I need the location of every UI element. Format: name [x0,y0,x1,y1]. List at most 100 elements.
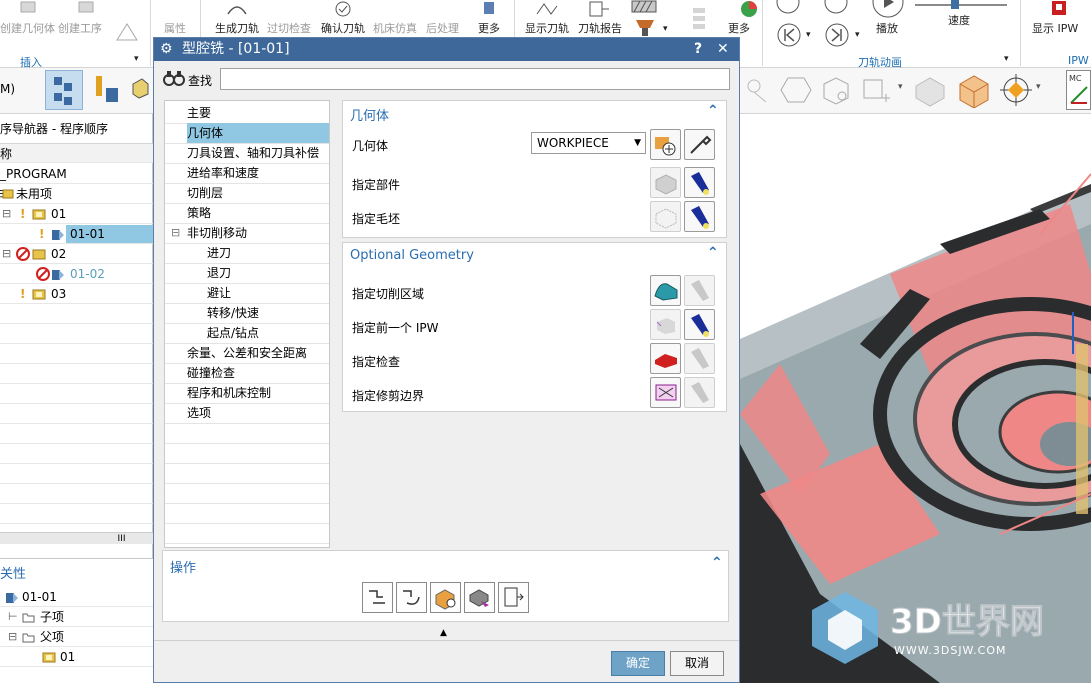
create-geometry-button[interactable]: 创建几何体 [0,20,55,36]
expand-arrow-icon[interactable]: ▲ [440,628,447,638]
play-button[interactable]: 播放 [876,20,898,36]
target-icon[interactable] [998,72,1034,108]
close-button[interactable]: ✕ [717,38,729,61]
dep-row-operation[interactable]: 01-01 [0,587,153,607]
insert-group-dropdown-icon[interactable]: ▾ [134,54,139,64]
find-input[interactable] [220,68,730,90]
display-blank-button[interactable] [684,201,715,232]
display-part-button[interactable] [684,167,715,198]
collapse-chevron-icon[interactable]: ⌃ [707,245,719,261]
rewind-icon[interactable] [776,22,802,48]
step-fwd-icon[interactable] [824,0,848,14]
attribute-button[interactable]: 属性 [164,20,186,36]
dep-row-children[interactable]: ⊢ 子项 [0,607,153,627]
report-button[interactable] [498,582,529,613]
dialog-tree-item[interactable]: 转移/快速 [165,303,329,323]
collapse-icon[interactable]: ⊟ [8,627,17,647]
program-root-row[interactable]: _PROGRAM [0,164,153,184]
list-button[interactable] [464,582,495,613]
nav-row-01[interactable]: ⊟ ! 01 [0,204,153,224]
replay-button[interactable] [396,582,427,613]
anim-group-dropdown-icon[interactable]: ▾ [1004,54,1009,64]
hatch-icon[interactable] [630,0,658,14]
geometry-select[interactable]: WORKPIECE ▼ [531,132,646,154]
ff-dropdown-icon[interactable]: ▾ [855,30,860,40]
display-prev-ipw-button[interactable] [684,309,715,340]
machine-tool-view-icon[interactable] [92,74,122,106]
show-toolpath-button[interactable]: 显示刀轨 [525,20,569,36]
program-view-button[interactable] [45,70,83,110]
dep-row-parents[interactable]: ⊟ 父项 [0,627,153,647]
rewind-dropdown-icon[interactable]: ▾ [806,30,811,40]
speed-slider-thumb[interactable] [951,0,959,9]
dialog-tree-item[interactable]: 进刀 [165,243,329,263]
ok-button[interactable]: 确定 [611,651,665,676]
mode-selector[interactable]: M) [0,82,15,96]
nav-row-02[interactable]: ⊟ 02 [0,244,153,264]
nav-row-03[interactable]: ! 03 [0,284,153,304]
target-dropdown-icon[interactable]: ▾ [1036,82,1041,92]
dialog-tree-item[interactable]: 切削层 [165,183,329,203]
dialog-tree-item[interactable]: 选项 [165,403,329,423]
display-cut-area-button[interactable] [684,275,715,306]
confirm-toolpath-button[interactable]: 确认刀轨 [321,20,365,36]
tool-icon[interactable] [632,18,658,38]
toolpath-path-icon[interactable] [742,72,776,108]
dialog-tree-item[interactable]: 几何体 [165,123,329,143]
dialog-tree-item[interactable]: 余量、公差和安全距离 [165,343,329,363]
fast-forward-icon[interactable] [824,22,850,48]
cancel-button[interactable]: 取消 [670,651,724,676]
edit-geometry-button[interactable] [684,129,715,160]
collapse-icon[interactable]: ⊟ [171,223,180,243]
select-cut-area-button[interactable] [650,275,681,306]
collapse-icon[interactable]: ⊟ [2,244,11,264]
new-geometry-button[interactable] [650,129,681,160]
nav-row-01-01[interactable]: ! 01-01 [0,224,153,244]
verify-overcut-button[interactable]: 过切检查 [267,20,311,36]
dialog-tree-item[interactable]: 退刀 [165,263,329,283]
select-trim-boundary-button[interactable] [650,377,681,408]
geometry-view-icon[interactable] [130,76,150,102]
insert-more-icon[interactable] [114,20,140,44]
dialog-tree-item[interactable]: 起点/钻点 [165,323,329,343]
dialog-tree-item[interactable]: 非切削移动 ⊟ [165,223,329,243]
dialog-title-bar[interactable]: ⚙ 型腔铣 - [01-01] ? ✕ [154,38,739,61]
nav-row-01-02[interactable]: 01-02 [0,264,153,284]
toolpath-report-button[interactable]: 刀轨报告 [578,20,622,36]
select-check-button[interactable] [650,343,681,374]
block-icon[interactable] [912,72,948,108]
dialog-tree-item[interactable]: 进给率和速度 [165,163,329,183]
display-trim-boundary-button[interactable] [684,377,715,408]
cube-hole-icon[interactable] [818,72,852,108]
dialog-tree-item[interactable]: 碰撞检查 [165,363,329,383]
display-check-button[interactable] [684,343,715,374]
tool-dropdown-icon[interactable]: ▾ [663,24,668,34]
blank-box-icon[interactable] [956,72,992,108]
dialog-tree-item[interactable]: 刀具设置、轴和刀具补偿 [165,143,329,163]
name-column-header[interactable]: 称 [0,143,153,163]
generate-toolpath-button[interactable]: 生成刀轨 [215,20,259,36]
machine-sim-button[interactable]: 机床仿真 [373,20,417,36]
help-button[interactable]: ? [694,38,702,61]
select-blank-button[interactable] [650,201,681,232]
more-button[interactable]: 更多 [478,20,500,36]
dialog-tree-item[interactable]: 策略 [165,203,329,223]
horizontal-scrollbar[interactable]: III [0,532,153,544]
more-button-2[interactable]: 更多 [728,20,750,36]
dialog-tree-item[interactable]: 避让 [165,283,329,303]
verify-button[interactable] [430,582,461,613]
speed-slider-track[interactable] [915,4,1007,6]
boundary-icon[interactable] [860,72,894,108]
collapse-chevron-icon[interactable]: ⌃ [711,555,723,571]
show-ipw-button[interactable]: 显示 IPW [1032,20,1078,36]
collapse-chevron-icon[interactable]: ⌃ [707,103,719,119]
postprocess-button[interactable]: 后处理 [426,20,459,36]
select-prev-ipw-button[interactable] [650,309,681,340]
generate-button[interactable] [362,582,393,613]
create-method-button[interactable]: 创建工序 [58,20,102,36]
mcs-button[interactable]: MC [1066,70,1091,110]
select-part-button[interactable] [650,167,681,198]
step-back-icon[interactable] [776,0,800,14]
hexagon-icon[interactable] [778,72,814,108]
nav-row-unused[interactable]: ⊟ 未用项 [0,184,153,204]
